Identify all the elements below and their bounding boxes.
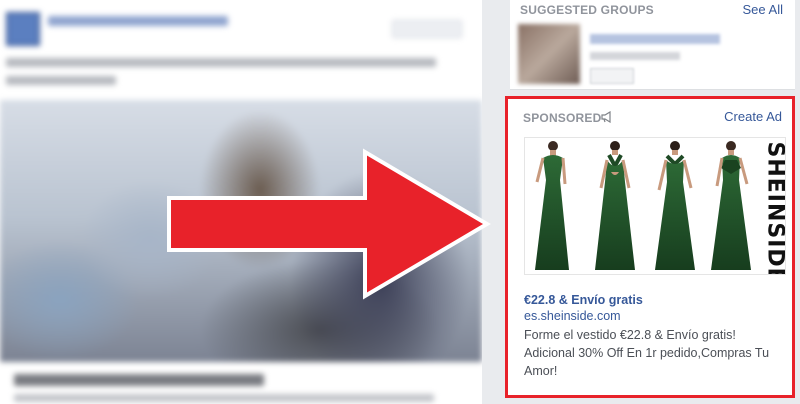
suggested-groups-header: SUGGESTED GROUPS xyxy=(520,3,654,17)
sheinside-logo: SHEINSIDE xyxy=(762,141,786,275)
group-thumbnail-blurred[interactable] xyxy=(518,24,580,84)
brand-strip: SHEINSIDE xyxy=(762,138,786,275)
like-page-button-blurred[interactable] xyxy=(392,20,462,38)
post-text-blurred xyxy=(6,58,436,67)
model-3 xyxy=(655,141,695,270)
suggested-groups-card: SUGGESTED GROUPS See All xyxy=(510,0,795,90)
page-avatar[interactable] xyxy=(6,12,40,46)
ad-domain-link[interactable]: es.sheinside.com xyxy=(524,309,621,323)
model-2 xyxy=(595,141,635,270)
red-arrow-annotation xyxy=(167,148,491,300)
see-all-link[interactable]: See All xyxy=(743,2,783,17)
model-1 xyxy=(535,141,569,270)
green-dress-models-illustration xyxy=(535,141,751,270)
megaphone-icon xyxy=(601,111,611,123)
model-4 xyxy=(711,141,751,270)
ad-headline[interactable]: €22.8 & Envío gratis xyxy=(524,293,643,307)
sponsored-ad-card: SPONSORED Create Ad SHEINSIDE €22.8 & En… xyxy=(505,96,795,398)
post-link-desc-blurred xyxy=(14,394,434,402)
page-name-blurred[interactable] xyxy=(48,16,228,26)
group-name-blurred[interactable] xyxy=(590,34,720,44)
create-ad-link[interactable]: Create Ad xyxy=(724,109,782,124)
ad-product-image[interactable]: SHEINSIDE xyxy=(524,137,786,275)
join-group-button-blurred[interactable] xyxy=(590,68,634,84)
screenshot-stage: SUGGESTED GROUPS See All SPONSORED Creat… xyxy=(0,0,800,404)
group-members-blurred xyxy=(590,52,680,60)
post-link-title-blurred[interactable] xyxy=(14,374,264,386)
ad-body-text[interactable]: Forme el vestido €22.8 & Envío gratis! A… xyxy=(524,326,784,380)
post-text-blurred-2 xyxy=(6,76,116,85)
sponsored-header: SPONSORED xyxy=(523,111,602,125)
